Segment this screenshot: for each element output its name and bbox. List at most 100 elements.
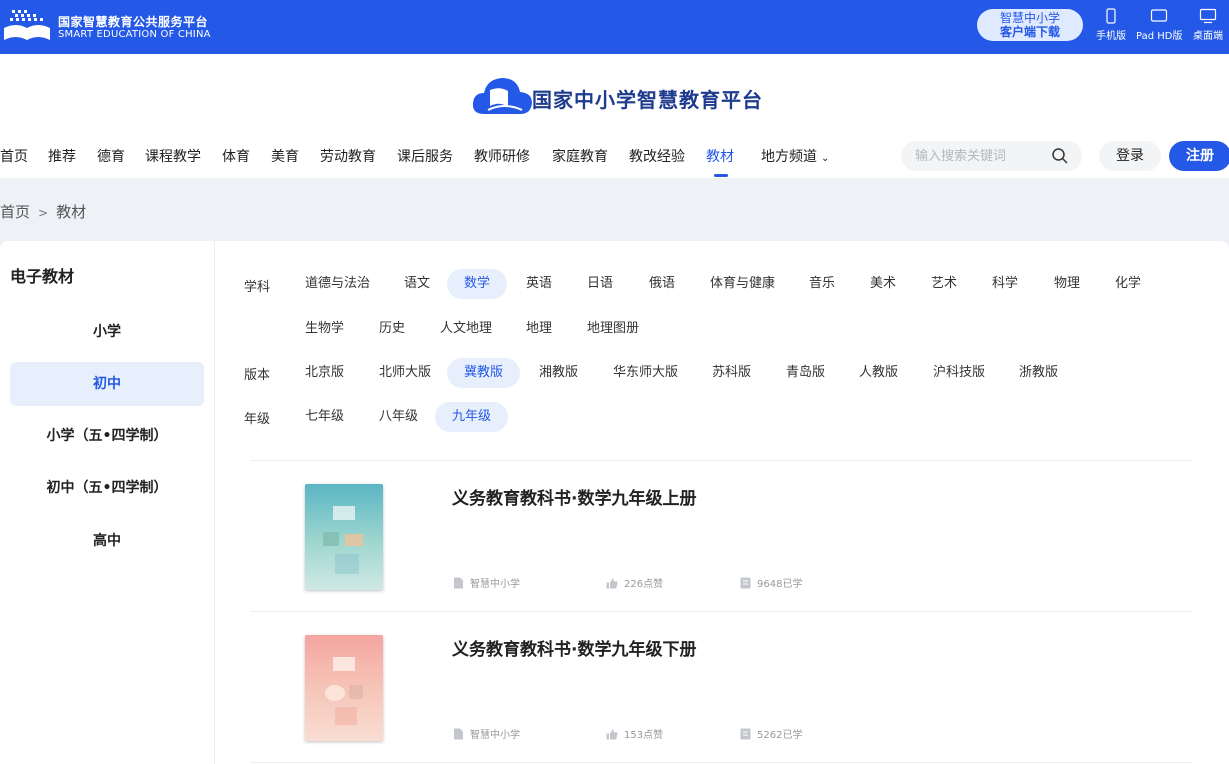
nav-item-home[interactable]: 首页	[0, 146, 28, 166]
desktop-version-label: 桌面端	[1193, 31, 1223, 42]
subject-chip[interactable]: 语文	[387, 269, 447, 299]
book-learned-count: 9648已学	[757, 579, 803, 590]
book-learned: 9648已学	[740, 575, 802, 590]
chevron-down-icon: ⌄	[821, 153, 830, 164]
subject-chip[interactable]: 音乐	[792, 269, 852, 299]
book-publisher: 智慧中小学	[453, 726, 520, 741]
edition-chip[interactable]: 苏科版	[695, 358, 768, 388]
client-download-button[interactable]: 智慧中小学 客户端下载	[977, 9, 1083, 41]
breadcrumb-separator: >	[38, 206, 49, 220]
edition-chip[interactable]: 人教版	[842, 358, 915, 388]
brand-title: 国家中小学智慧教育平台	[532, 88, 763, 112]
edition-chip[interactable]: 北京版	[288, 358, 361, 388]
subject-chip[interactable]: 俄语	[632, 269, 692, 299]
breadcrumb-home[interactable]: 首页	[0, 203, 30, 221]
subject-chip[interactable]: 道德与法治	[288, 269, 387, 299]
sidebar-item-senior[interactable]: 高中	[10, 519, 204, 563]
book-title[interactable]: 义务教育教科书·数学九年级上册	[452, 484, 696, 509]
divider	[250, 762, 1192, 763]
subject-chip[interactable]: 体育与健康	[693, 269, 792, 299]
search-input[interactable]	[915, 147, 1045, 165]
search-box	[901, 141, 1082, 171]
divider	[250, 460, 1192, 461]
book-likes-count: 226点赞	[624, 579, 664, 590]
book-likes: 226点赞	[606, 575, 663, 590]
mobile-version-link[interactable]: 手机版	[1096, 8, 1126, 42]
book-publisher-label: 智慧中小学	[470, 579, 520, 590]
edition-chip[interactable]: 浙教版	[1002, 358, 1075, 388]
subject-chip[interactable]: 物理	[1037, 269, 1097, 299]
grade-filter-label: 年级	[244, 412, 271, 427]
org-name-en: SMART EDUCATION OF CHINA	[58, 29, 211, 40]
subject-chip[interactable]: 英语	[509, 269, 569, 299]
subject-chip[interactable]: 美术	[853, 269, 913, 299]
desktop-version-link[interactable]: 桌面端	[1193, 8, 1223, 42]
thumbs-up-icon	[606, 578, 618, 589]
grade-chip[interactable]: 七年级	[288, 402, 361, 432]
edition-chip-selected[interactable]: 冀教版	[447, 358, 521, 388]
book-cover-image[interactable]	[305, 635, 383, 741]
sidebar-item-primary[interactable]: 小学	[10, 310, 204, 354]
nav-item-moral[interactable]: 德育	[97, 146, 125, 166]
edition-filter-label: 版本	[244, 368, 271, 383]
login-button[interactable]: 登录	[1099, 141, 1161, 171]
subject-chip-selected[interactable]: 数学	[447, 269, 508, 299]
subject-chip[interactable]: 历史	[362, 314, 422, 344]
subject-chip[interactable]: 地理	[509, 314, 569, 344]
book-publisher-label: 智慧中小学	[470, 730, 520, 741]
subject-chip[interactable]: 化学	[1098, 269, 1158, 299]
thumbs-up-icon	[606, 729, 618, 740]
subject-chip[interactable]: 日语	[570, 269, 630, 299]
sidebar-item-junior[interactable]: 初中	[10, 362, 204, 406]
document-icon	[454, 577, 463, 589]
book-likes: 153点赞	[606, 726, 663, 741]
nav-item-teacher[interactable]: 教师研修	[474, 146, 530, 166]
book-likes-count: 153点赞	[624, 730, 664, 741]
sidebar-item-primary-54[interactable]: 小学（五•四学制）	[10, 414, 204, 458]
book-cover-image[interactable]	[305, 484, 383, 590]
grade-chip[interactable]: 八年级	[362, 402, 435, 432]
edition-chip[interactable]: 青岛版	[769, 358, 842, 388]
breadcrumb: 首页 > 教材	[0, 201, 86, 222]
nav-item-course[interactable]: 课程教学	[145, 146, 201, 166]
client-download-line2: 客户端下载	[999, 25, 1060, 39]
book-cover-art	[305, 484, 383, 590]
desktop-icon	[1199, 8, 1217, 24]
subject-chip[interactable]: 地理图册	[570, 314, 656, 344]
subject-filter-label: 学科	[244, 280, 271, 295]
book-publisher: 智慧中小学	[453, 575, 520, 590]
nav-item-arts[interactable]: 美育	[271, 146, 299, 166]
nav-item-after-school[interactable]: 课后服务	[397, 146, 453, 166]
subject-chip[interactable]: 人文地理	[423, 314, 509, 344]
subject-chip[interactable]: 生物学	[288, 314, 361, 344]
nav-item-family[interactable]: 家庭教育	[552, 146, 608, 166]
edition-chip[interactable]: 湘教版	[522, 358, 595, 388]
sidebar-item-junior-54[interactable]: 初中（五•四学制）	[10, 466, 204, 510]
divider	[250, 611, 1192, 612]
nav-item-sports[interactable]: 体育	[222, 146, 250, 166]
nav-item-labor[interactable]: 劳动教育	[320, 146, 376, 166]
pad-version-link[interactable]: Pad HD版	[1136, 8, 1182, 42]
tablet-icon	[1151, 9, 1168, 22]
subject-chip[interactable]: 艺术	[914, 269, 974, 299]
book-learned: 5262已学	[740, 726, 802, 741]
nav-item-local[interactable]: 地方频道 ⌄	[761, 146, 829, 166]
grade-chip-selected[interactable]: 九年级	[435, 402, 509, 432]
register-button[interactable]: 注册	[1169, 141, 1229, 171]
edition-chip[interactable]: 沪科技版	[916, 358, 1002, 388]
brand-logo-icon	[472, 78, 532, 114]
subject-chip[interactable]: 科学	[975, 269, 1035, 299]
client-download-line1: 智慧中小学	[999, 11, 1060, 25]
nav-item-textbook[interactable]: 教材	[706, 146, 734, 166]
search-icon[interactable]	[1051, 147, 1069, 165]
nav-item-reform[interactable]: 教改经验	[629, 146, 685, 166]
mobile-version-label: 手机版	[1096, 31, 1126, 42]
nav-item-recommend[interactable]: 推荐	[48, 146, 76, 166]
nav-item-local-label: 地方频道	[761, 149, 817, 165]
org-name-cn: 国家智慧教育公共服务平台	[58, 15, 209, 29]
book-cover-art	[305, 635, 383, 741]
edition-chip[interactable]: 北师大版	[362, 358, 448, 388]
pad-version-label: Pad HD版	[1136, 31, 1183, 42]
edition-chip[interactable]: 华东师大版	[596, 358, 695, 388]
book-title[interactable]: 义务教育教科书·数学九年级下册	[452, 635, 696, 660]
